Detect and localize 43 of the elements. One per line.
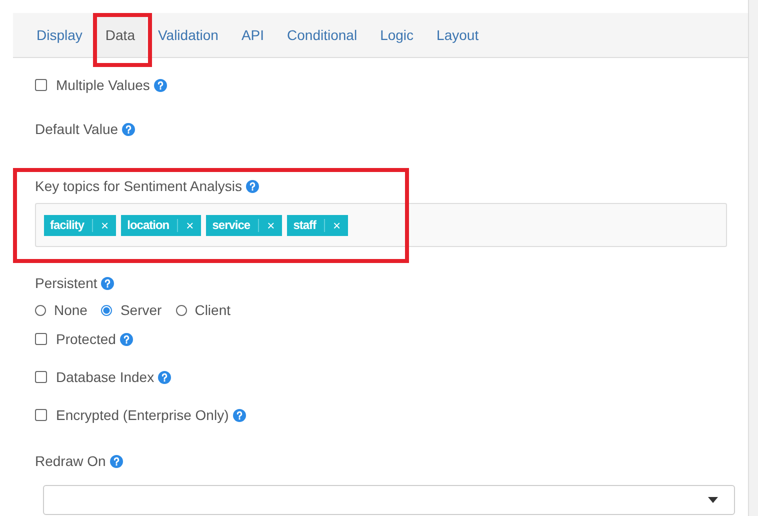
checkbox-label: Database Index: [56, 369, 154, 385]
radio-label: Server: [120, 302, 162, 318]
checkbox[interactable]: [35, 79, 47, 91]
radio-label: Client: [194, 302, 230, 318]
remove-button[interactable]: ×: [93, 218, 116, 232]
help-icon[interactable]: [158, 370, 172, 384]
tab[interactable]: Display: [25, 13, 94, 57]
checkbox-label: Multiple Values: [56, 77, 150, 93]
help-icon[interactable]: [232, 408, 246, 422]
tab[interactable]: API: [230, 13, 276, 57]
help-icon[interactable]: [154, 78, 167, 92]
checkbox[interactable]: [35, 371, 47, 383]
field-label: Redraw On: [35, 453, 106, 469]
remove-button[interactable]: ×: [259, 218, 282, 232]
tag-label: facility: [44, 218, 94, 232]
checkbox-label: Protected: [56, 331, 116, 347]
tag-label: location: [121, 218, 178, 232]
field-label: Default Value: [35, 121, 118, 137]
radio-button[interactable]: [101, 304, 112, 316]
help-icon[interactable]: [110, 454, 123, 468]
dropdown-field[interactable]: [43, 485, 735, 515]
checkbox[interactable]: [35, 409, 47, 421]
checkbox-label: Encrypted (Enterprise Only): [56, 407, 229, 423]
caret-icon: [708, 497, 718, 503]
tab[interactable]: Logic: [368, 13, 426, 57]
field-label: Key topics for Sentiment Analysis: [35, 178, 242, 194]
field-label: Persistent: [35, 275, 98, 291]
radio-label: None: [54, 302, 88, 318]
tab[interactable]: Layout: [425, 13, 490, 57]
help-icon[interactable]: [246, 180, 259, 192]
help-icon[interactable]: [101, 276, 114, 290]
radio-button[interactable]: [176, 304, 187, 316]
tab[interactable]: Validation: [146, 13, 230, 57]
checkbox[interactable]: [35, 333, 47, 345]
tab[interactable]: Conditional: [276, 13, 369, 57]
tag-label: staff: [287, 218, 326, 232]
tag-label: service: [206, 218, 260, 232]
help-icon[interactable]: [122, 122, 136, 136]
tags-input[interactable]: facility × location × service × staff ×: [35, 203, 727, 247]
remove-button[interactable]: ×: [178, 218, 202, 232]
help-icon[interactable]: [120, 332, 133, 346]
radio-button[interactable]: [35, 304, 46, 316]
remove-button[interactable]: ×: [325, 218, 348, 232]
